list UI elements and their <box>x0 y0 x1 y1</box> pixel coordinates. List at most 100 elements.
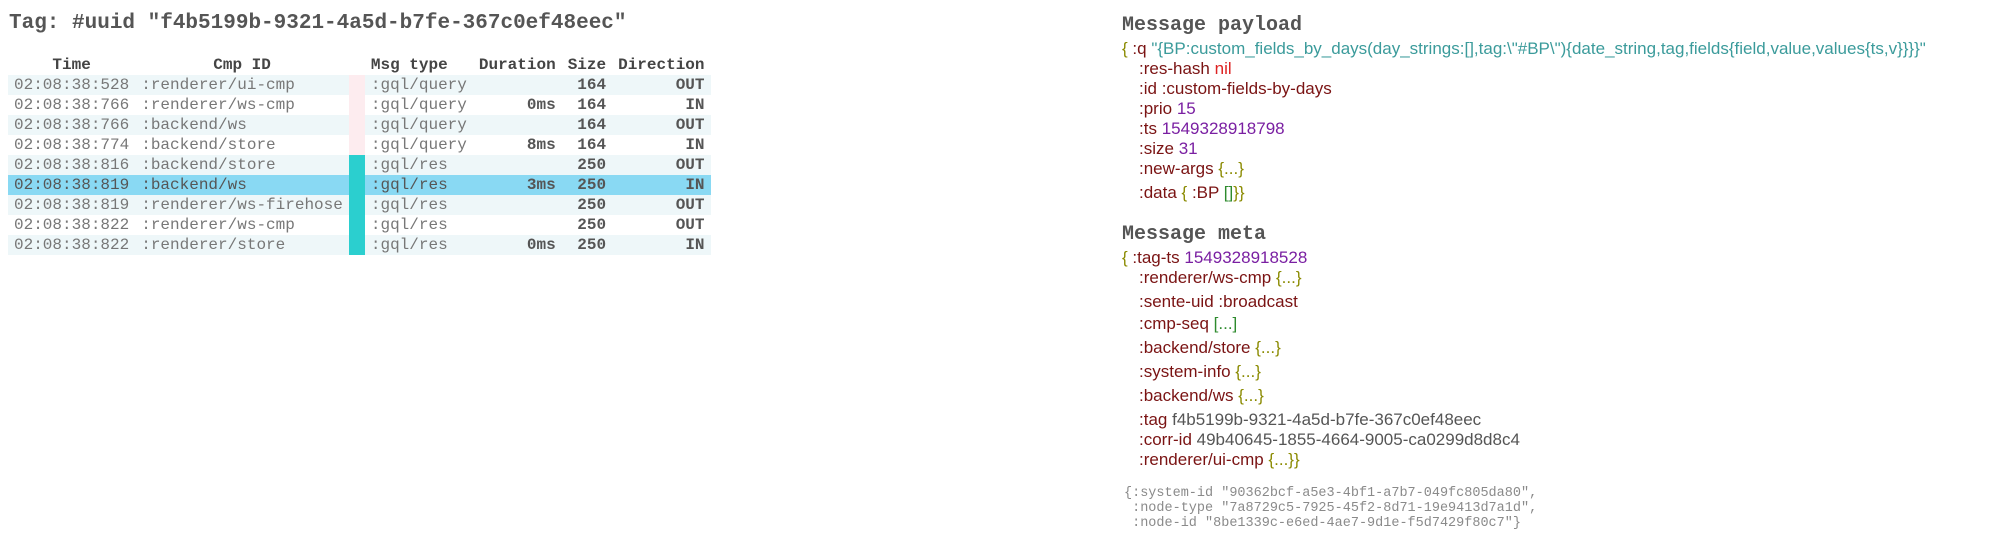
cell-cmp-id: :backend/ws <box>135 175 349 195</box>
cell-time: 02:08:38:766 <box>14 96 130 114</box>
cell-msg-type: :gql/query <box>370 136 467 154</box>
payload-id-value: :custom-fields-by-days <box>1161 79 1332 98</box>
payload-new-args-key: :new-args <box>1139 159 1214 178</box>
cell-duration <box>472 115 562 135</box>
data-open-brace[interactable]: { <box>1182 183 1192 202</box>
col-header-marker <box>349 54 365 75</box>
payload-new-args-collapsed[interactable]: {...} <box>1218 159 1244 178</box>
cell-marker <box>348 115 365 135</box>
cell-direction: IN <box>612 235 711 255</box>
col-header-time[interactable]: Time <box>8 54 135 75</box>
table-row[interactable]: 02:08:38:766:backend/ws:gql/query 164 OUT <box>8 115 711 135</box>
cell-marker <box>348 175 365 195</box>
cell-marker <box>348 135 365 155</box>
payload-id-key: :id <box>1139 79 1157 98</box>
cell-duration <box>472 75 562 95</box>
cell-cmp-id: :renderer/store <box>135 235 349 255</box>
open-brace[interactable]: { <box>1122 39 1132 58</box>
cell-cmp-id: :renderer/ui-cmp <box>135 75 349 95</box>
cell-msg-type: :gql/res <box>364 195 473 215</box>
system-info-text: {:system-id "90362bcf-a5e3-4bf1-a7b7-049… <box>1124 486 1538 531</box>
meta-tag-ts-value: 1549328918528 <box>1184 248 1308 267</box>
payload-ts-key: :ts <box>1139 119 1157 138</box>
payload-q-value: "{BP:custom_fields_by_days(day_strings:[… <box>1151 39 1926 58</box>
col-header-msg-type[interactable]: Msg type <box>365 54 473 75</box>
cell-size: 250 <box>561 195 613 215</box>
table-row[interactable]: 02:08:38:822:renderer/ws-cmp:gql/res 250 O… <box>8 215 711 235</box>
cell-cmp-id: :renderer/ws-cmp <box>141 216 295 234</box>
payload-size-key: :size <box>1139 139 1174 158</box>
meta-renderer-ui-cmp-key: :renderer/ui-cmp <box>1139 450 1264 469</box>
table-row[interactable]: 02:08:38:816:backend/store:gql/res 250 OUT <box>8 155 711 175</box>
payload-res-hash-value: nil <box>1214 59 1232 78</box>
cell-cmp-id: :renderer/ws-cmp <box>141 96 295 114</box>
meta-renderer-ui-cmp-collapsed[interactable]: {...} <box>1268 450 1294 469</box>
cell-time: 02:08:38:822 <box>8 235 136 255</box>
meta-renderer-ws-cmp-collapsed[interactable]: {...} <box>1276 268 1302 287</box>
payload-res-hash-key: :res-hash <box>1139 59 1210 78</box>
payload-prio-value: 15 <box>1176 99 1196 118</box>
cell-duration <box>472 155 562 175</box>
table-row[interactable]: 02:08:38:766:renderer/ws-cmp:gql/query 0m… <box>8 95 711 115</box>
payload-ts-value: 1549328918798 <box>1161 119 1285 138</box>
cell-cmp-id: :backend/store <box>135 155 349 175</box>
cell-time: 02:08:38:819 <box>8 195 136 215</box>
cell-msg-type: :gql/res <box>370 216 448 234</box>
cell-size: 164 <box>577 136 607 154</box>
cell-time: 02:08:38:816 <box>8 155 136 175</box>
table-row[interactable]: 02:08:38:774 :backend/store :gql/query 8ms 1… <box>8 135 711 155</box>
col-header-size[interactable]: Size <box>562 54 612 75</box>
cell-direction: OUT <box>612 195 711 215</box>
meta-sente-uid-value: :broadcast <box>1218 292 1298 311</box>
cell-size: 250 <box>577 216 607 234</box>
cell-cmp-id: :backend/store <box>141 136 276 154</box>
cell-msg-type: :gql/query <box>364 115 473 135</box>
cell-marker <box>348 155 365 175</box>
meta-title: Message meta <box>1122 223 1267 246</box>
cell-size: 164 <box>561 115 613 135</box>
meta-backend-ws-collapsed[interactable]: {...} <box>1238 386 1264 405</box>
cell-time: 02:08:38:774 <box>14 136 130 154</box>
cell-duration <box>472 195 562 215</box>
cell-marker <box>348 215 365 235</box>
table-row[interactable]: 02:08:38:819:backend/ws:gql/res 3ms 250 IN <box>8 175 711 195</box>
message-table: Time Cmp ID Msg type Duration Size Direc… <box>8 54 711 255</box>
meta-system-info-key: :system-info <box>1139 362 1231 381</box>
meta-cmp-seq-collapsed[interactable]: [...] <box>1214 314 1238 333</box>
col-header-direction[interactable]: Direction <box>612 54 710 75</box>
table-row[interactable]: 02:08:38:819:renderer/ws-firehose:gql/re… <box>8 195 711 215</box>
meta-tag-value: f4b5199b-9321-4a5d-b7fe-367c0ef48eec <box>1172 410 1482 429</box>
cell-duration: 8ms <box>526 136 556 154</box>
cell-size: 164 <box>561 75 613 95</box>
payload-view: { :q "{BP:custom_fields_by_days(day_stri… <box>1122 39 1926 203</box>
meta-backend-ws-key: :backend/ws <box>1139 386 1234 405</box>
cell-time: 02:08:38:528 <box>8 75 136 95</box>
meta-renderer-ws-cmp-key: :renderer/ws-cmp <box>1139 268 1272 287</box>
meta-tag-key: :tag <box>1139 410 1168 429</box>
cell-direction: IN <box>685 96 705 114</box>
payload-title: Message payload <box>1122 14 1303 37</box>
table-row[interactable]: 02:08:38:822:renderer/store:gql/res 0ms 25… <box>8 235 711 255</box>
cell-marker <box>348 95 365 115</box>
col-header-cmp-id[interactable]: Cmp ID <box>135 54 349 75</box>
table-row[interactable]: 02:08:38:528:renderer/ui-cmp:gql/query 16… <box>8 75 711 95</box>
col-header-duration[interactable]: Duration <box>473 54 562 75</box>
cell-direction: OUT <box>612 115 711 135</box>
payload-data-bp-key: :BP <box>1191 183 1220 202</box>
cell-size: 250 <box>561 175 613 195</box>
meta-open-brace[interactable]: { <box>1122 248 1132 267</box>
payload-data-bp-value[interactable]: [] <box>1224 183 1233 202</box>
cell-duration: 0ms <box>526 96 556 114</box>
cell-size: 164 <box>577 96 607 114</box>
meta-corr-id-key: :corr-id <box>1139 430 1192 449</box>
cell-time: 02:08:38:766 <box>8 115 136 135</box>
payload-q-key: :q <box>1132 39 1147 58</box>
meta-view: { :tag-ts 1549328918528 :renderer/ws-cmp… <box>1122 248 1520 470</box>
payload-prio-key: :prio <box>1139 99 1173 118</box>
meta-backend-store-key: :backend/store <box>1139 338 1251 357</box>
cell-time: 02:08:38:819 <box>8 175 136 195</box>
cell-marker <box>348 75 365 95</box>
meta-corr-id-value: 49b40645-1855-4664-9005-ca0299d8d8c4 <box>1196 430 1520 449</box>
meta-system-info-collapsed[interactable]: {...} <box>1235 362 1261 381</box>
meta-backend-store-collapsed[interactable]: {...} <box>1255 338 1281 357</box>
